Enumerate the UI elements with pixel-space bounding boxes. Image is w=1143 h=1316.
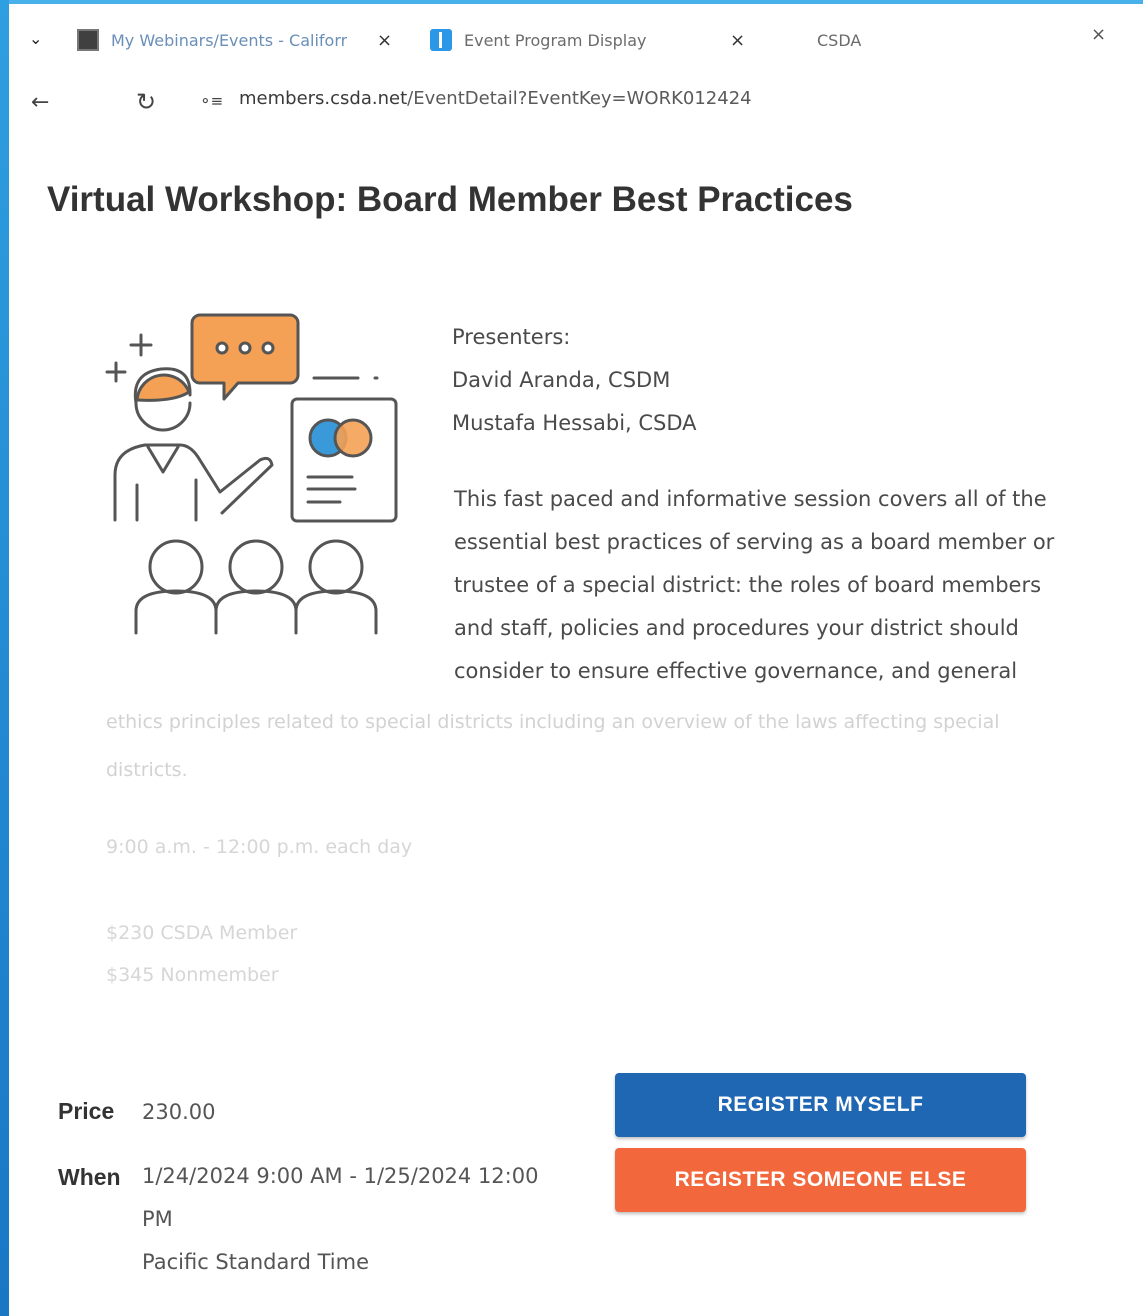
back-arrow-icon[interactable]: ← [31,90,49,115]
page-title: Virtual Workshop: Board Member Best Prac… [47,180,853,219]
url-host: members.csda.net [239,88,408,109]
window-frame-left [0,0,9,1316]
address-bar[interactable]: members.csda.net/EventDetail?EventKey=WO… [239,88,752,109]
tab-title: My Webinars/Events - Califorr [111,30,347,50]
tab-close-icon[interactable]: × [1091,24,1106,45]
price-value: 230.00 [142,1100,216,1124]
when-date-range-end: PM [142,1207,173,1231]
tab-title: CSDA [817,30,862,50]
tab-event-program[interactable]: Event Program Display × [430,22,760,58]
price-label: Price [58,1098,115,1124]
when-label: When [58,1164,121,1190]
event-description-faded: ethics principles related to special dis… [106,711,1000,781]
tab-search-menu-icon[interactable]: ⌄ [29,29,42,48]
timezone: Pacific Standard Time [142,1250,370,1274]
navigation-bar: ← ↻ ⚬≡ members.csda.net/EventDetail?Even… [9,70,1143,130]
tab-close-icon[interactable]: × [730,30,745,51]
tab-title: Event Program Display [464,30,647,50]
nonmember-price: $345 Nonmember [106,964,279,986]
url-path: /EventDetail?EventKey=WORK012424 [407,88,752,109]
tab-csda[interactable]: CSDA [817,22,1037,58]
reload-icon[interactable]: ↻ [136,88,156,116]
register-myself-button[interactable]: REGISTER MYSELF [615,1073,1026,1137]
presenters-heading: Presenters: [452,325,571,349]
site-settings-icon[interactable]: ⚬≡ [199,92,223,110]
presenters-block: Presenters: David Aranda, CSDM Mustafa H… [452,316,697,445]
calendar-favicon-icon [77,29,99,51]
presenter-name: Mustafa Hessabi, CSDA [452,411,697,435]
register-someone-else-button[interactable]: REGISTER SOMEONE ELSE [615,1148,1026,1212]
tab-bar: ⌄ My Webinars/Events - Califorr × Event … [9,4,1143,66]
member-price: $230 CSDA Member [106,922,298,944]
tab-close-icon[interactable]: × [377,30,392,51]
event-description: This fast paced and informative session … [454,487,1055,683]
when-date-range: 1/24/2024 9:00 AM - 1/25/2024 12:00 [142,1164,539,1188]
presenter-illustration-icon [105,313,398,635]
event-time-note: 9:00 a.m. - 12:00 p.m. each day [106,836,413,858]
tab-my-webinars[interactable]: My Webinars/Events - Califorr × [77,22,407,58]
bar-favicon-icon [430,29,452,51]
presenter-name: David Aranda, CSDM [452,368,671,392]
